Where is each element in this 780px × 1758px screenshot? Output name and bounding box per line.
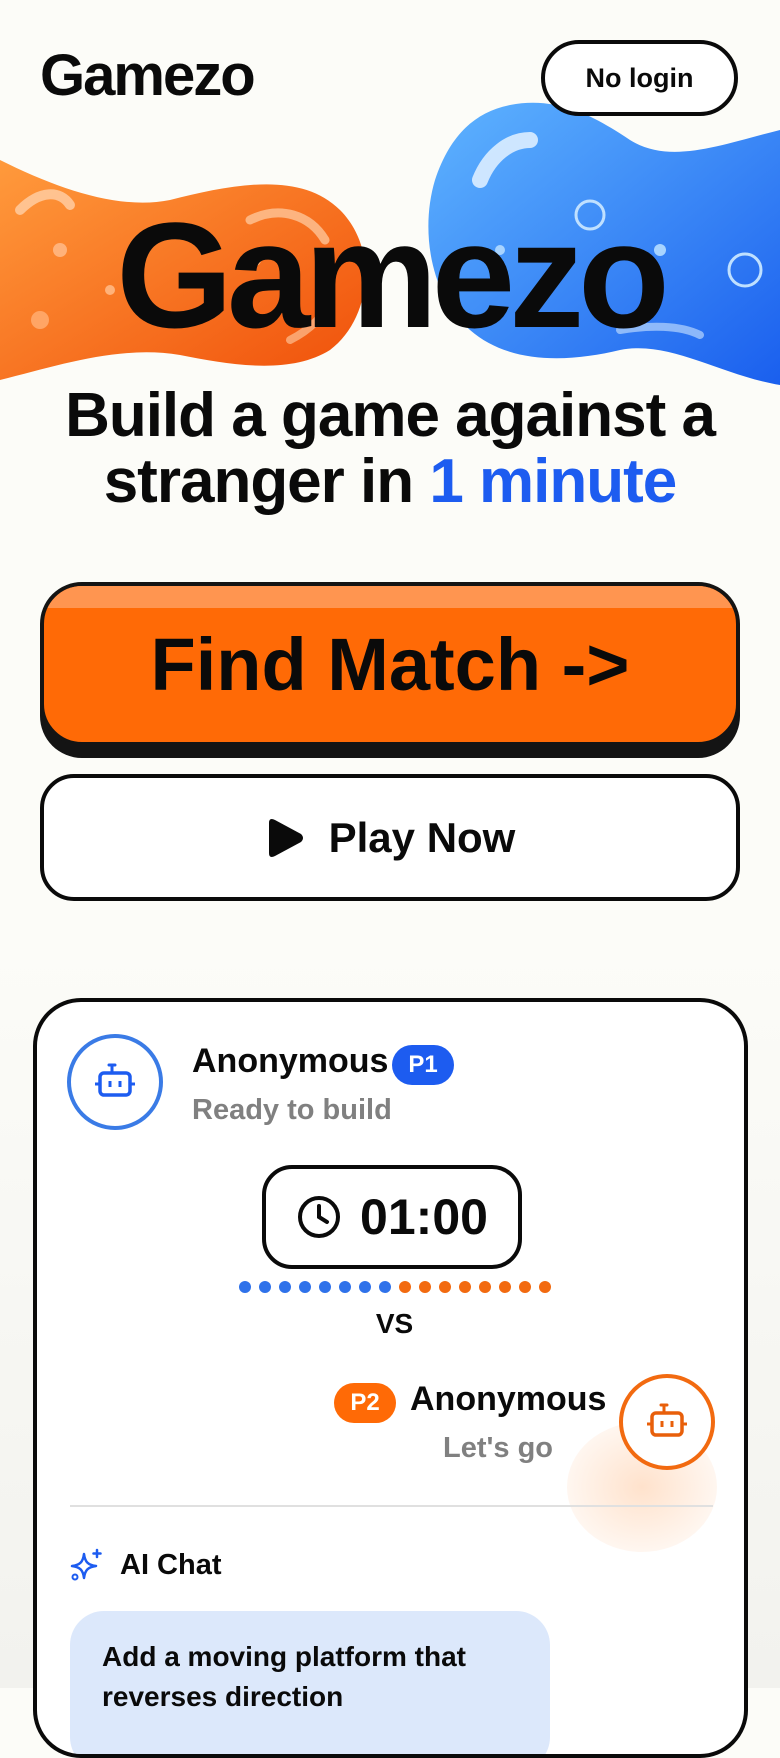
dot-p2 (398, 1281, 411, 1293)
no-login-button[interactable]: No login (541, 40, 738, 116)
button-highlight (44, 586, 736, 608)
dot-p2 (458, 1281, 471, 1293)
dot-p1 (278, 1281, 291, 1293)
play-now-button[interactable]: Play Now (40, 774, 740, 901)
countdown-timer: 01:00 (262, 1165, 522, 1269)
dot-p1 (378, 1281, 391, 1293)
player2-name: Anonymous (410, 1380, 607, 1418)
find-match-button[interactable]: Find Match -> (40, 582, 740, 746)
player2-badge: P2 (334, 1383, 396, 1423)
find-match-button-wrapper: Find Match -> (40, 582, 740, 758)
player2-status: Let's go (442, 1432, 553, 1464)
dot-p1 (238, 1281, 251, 1293)
dot-p1 (298, 1281, 311, 1293)
dot-p1 (338, 1281, 351, 1293)
find-match-label: Find Match -> (150, 622, 630, 706)
tagline-prefix: stranger in (103, 447, 430, 516)
player2-avatar (619, 1374, 715, 1470)
timer-value: 01:00 (360, 1189, 488, 1245)
dot-p1 (358, 1281, 371, 1293)
robot-icon (95, 1063, 135, 1097)
dot-p2 (498, 1281, 511, 1293)
dot-p2 (418, 1281, 431, 1293)
hero-title: Gamezo (116, 191, 670, 359)
ai-chat-message: Add a moving platform that reverses dire… (70, 1611, 550, 1754)
hero-tagline: Build a game against a stranger in 1 min… (0, 383, 780, 515)
player1-badge: P1 (392, 1045, 454, 1085)
play-now-label: Play Now (328, 813, 516, 861)
robot-icon (647, 1403, 687, 1437)
dot-p1 (318, 1281, 331, 1293)
dot-p2 (518, 1281, 531, 1293)
vs-label: VS (375, 1308, 414, 1339)
app-logo[interactable]: Gamezo (40, 42, 256, 109)
dot-p1 (258, 1281, 271, 1293)
ai-chat-title: AI Chat (120, 1548, 222, 1581)
progress-dots (37, 1281, 744, 1293)
dot-p2 (538, 1281, 551, 1293)
tagline-line-2: stranger in 1 minute (0, 449, 780, 515)
play-icon (268, 818, 303, 857)
tagline-highlight: 1 minute (429, 447, 677, 516)
tagline-line-1: Build a game against a (65, 381, 716, 450)
player1-avatar (67, 1034, 163, 1130)
ai-chat-header: AI Chat (70, 1548, 222, 1582)
dot-p2 (478, 1281, 491, 1293)
clock-icon (298, 1196, 341, 1238)
sparkle-icon (70, 1548, 102, 1581)
card-divider (70, 1505, 713, 1507)
player1-name: Anonymous (192, 1042, 389, 1080)
dot-p2 (438, 1281, 451, 1293)
match-preview-card: Anonymous P1 Ready to build 01:00 VS P2 … (33, 998, 748, 1758)
player1-status: Ready to build (192, 1094, 392, 1126)
